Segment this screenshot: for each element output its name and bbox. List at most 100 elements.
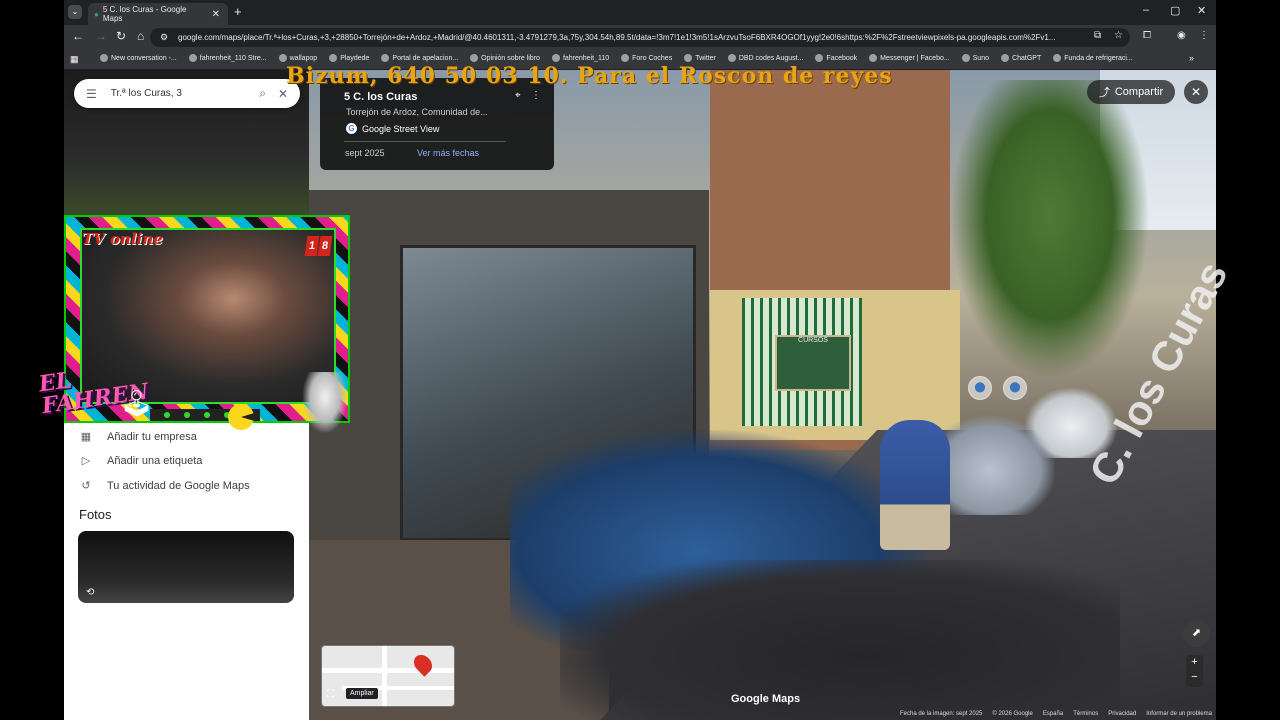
- bookmark-favicon-icon: [1053, 54, 1062, 62]
- add-business-label: Añadir tu empresa: [107, 430, 197, 443]
- zoom-out-button[interactable]: −: [1186, 670, 1203, 685]
- close-tab-icon[interactable]: ✕: [212, 9, 220, 20]
- map-road: [382, 646, 387, 706]
- add-label-item[interactable]: ▷ Añadir una etiqueta: [79, 454, 203, 468]
- street-view-brand: G Google Street View: [346, 123, 439, 134]
- map-road: [322, 668, 454, 673]
- more-bookmarks-icon[interactable]: »: [1189, 53, 1194, 63]
- blurred-area: [560, 560, 1120, 720]
- search-icon[interactable]: ⌕: [259, 86, 266, 101]
- bookmark-list: New conversation -... fahrenheit_110 Stre…: [100, 54, 1180, 62]
- zoom-in-button[interactable]: +: [1186, 655, 1203, 670]
- home-icon[interactable]: ⌂: [137, 29, 144, 43]
- place-subtitle: Torrejón de Ardoz, Comunidad de...: [346, 107, 488, 117]
- street-view-brand-label: Google Street View: [362, 123, 440, 134]
- bookmark-star-icon[interactable]: ☆: [1114, 30, 1123, 41]
- compass-icon[interactable]: ⬈: [1183, 620, 1210, 647]
- bookmark-item[interactable]: wallapop: [278, 54, 317, 62]
- share-button[interactable]: ⤴ Compartir: [1087, 80, 1175, 104]
- bookmark-label: fahrenheit_110: [562, 54, 610, 62]
- bookmark-favicon-icon: [551, 54, 560, 62]
- street-view-360-icon: ⟲: [86, 587, 95, 598]
- search-input[interactable]: Tr.ª los Curas, 3: [111, 88, 182, 99]
- bookmark-favicon-icon: [100, 54, 108, 62]
- cursos-board: CURSOS: [775, 335, 851, 391]
- business-icon: ▦: [80, 431, 92, 443]
- photos-heading: Fotos: [79, 507, 112, 522]
- bookmark-favicon-icon: [684, 54, 693, 62]
- bookmark-item[interactable]: Funda de refrigeraci...: [1053, 54, 1133, 62]
- bookmark-item[interactable]: ChatGPT: [1001, 54, 1041, 62]
- maps-activity-item[interactable]: ↺ Tu actividad de Google Maps: [79, 479, 249, 493]
- maximize-icon[interactable]: ▢: [1170, 4, 1180, 17]
- bookmark-label: ChatGPT: [1012, 54, 1042, 62]
- see-more-dates-link[interactable]: Ver más fechas: [417, 148, 479, 158]
- apps-grid-icon[interactable]: ▦: [70, 54, 79, 65]
- minimap[interactable]: [321, 645, 455, 707]
- place-marker-icon[interactable]: ⬤: [968, 376, 992, 400]
- hamburger-menu-icon[interactable]: ☰: [86, 87, 97, 101]
- bookmark-item[interactable]: Suno: [961, 54, 990, 62]
- site-info-icon[interactable]: ⚙: [160, 32, 168, 43]
- bookmark-favicon-icon: [329, 54, 338, 62]
- browser-tab[interactable]: ● 5 C. los Curas - Google Maps ✕: [88, 3, 228, 25]
- tab-title: 5 C. los Curas - Google Maps: [102, 5, 187, 23]
- minimize-icon[interactable]: –: [1143, 4, 1149, 16]
- map-footer: Fecha de la imagen: sept 2025 © 2026 Goo…: [900, 711, 1212, 717]
- bookmark-label: Opinión sobre libro: [481, 54, 540, 62]
- joystick-icon: 🕹: [120, 388, 154, 418]
- bookmark-item[interactable]: Opinión sobre libro: [470, 54, 540, 62]
- new-tab-icon[interactable]: +: [234, 4, 242, 19]
- bookmark-item[interactable]: fahrenheit_110 Stre...: [188, 54, 267, 62]
- divider: [344, 141, 506, 142]
- expand-map-icon[interactable]: ⛶: [327, 689, 334, 700]
- extensions-icon[interactable]: ⧠: [1143, 30, 1151, 41]
- maps-favicon-icon: ●: [94, 9, 99, 19]
- forward-icon[interactable]: →: [95, 29, 107, 43]
- address-bar[interactable]: ⚙ google.com/maps/place/Tr.ª+los+Curas,+…: [150, 28, 1130, 47]
- close-window-icon[interactable]: ✕: [1197, 4, 1206, 17]
- search-box[interactable]: ☰ Tr.ª los Curas, 3 ⌕ ✕: [74, 79, 300, 108]
- bookmark-item[interactable]: DBD codes August...: [727, 54, 803, 62]
- bookmark-favicon-icon: [470, 54, 479, 62]
- bookmark-favicon-icon: [961, 54, 970, 62]
- terms-link[interactable]: Términos: [1073, 711, 1098, 717]
- bookmark-item[interactable]: Facebook: [815, 54, 857, 62]
- pedestrian: [880, 420, 950, 550]
- age-badge: 1 8: [304, 236, 333, 256]
- menu-kebab-icon[interactable]: ⋮: [1199, 30, 1209, 41]
- expand-tooltip: Ampliar: [346, 688, 378, 699]
- bookmark-label: New conversation -...: [111, 54, 177, 62]
- google-maps-logo: Google Maps: [731, 693, 801, 705]
- privacy-link[interactable]: Privacidad: [1108, 711, 1136, 717]
- location-pin-icon[interactable]: ⌖: [515, 90, 521, 101]
- photo-thumbnail[interactable]: ⟲: [78, 531, 294, 603]
- reload-icon[interactable]: ↻: [116, 29, 126, 43]
- add-business-item[interactable]: ▦ Añadir tu empresa: [79, 430, 197, 444]
- tv-online-label: TV online: [82, 230, 163, 248]
- bookmark-item[interactable]: Portal de apelacion...: [381, 54, 458, 62]
- bookmark-item[interactable]: Messenger | Facebo...: [869, 54, 950, 62]
- place-marker-icon[interactable]: ⬤: [1003, 376, 1027, 400]
- tab-search-icon[interactable]: ⌄: [68, 5, 82, 19]
- report-problem-link[interactable]: Informar de un problema: [1146, 711, 1212, 717]
- google-g-icon: G: [346, 123, 357, 134]
- more-options-icon[interactable]: ⋮: [531, 90, 541, 101]
- country-link[interactable]: España: [1043, 711, 1063, 717]
- image-date: Fecha de la imagen: sept 2025: [900, 711, 983, 717]
- history-icon: ↺: [81, 480, 91, 492]
- bookmark-label: Funda de refrigeraci...: [1064, 54, 1133, 62]
- label-icon: ▷: [81, 455, 91, 467]
- back-icon[interactable]: ←: [72, 29, 84, 43]
- bookmark-label: Suno: [972, 54, 990, 62]
- bookmark-item[interactable]: fahrenheit_110: [551, 54, 610, 62]
- bookmark-item[interactable]: Twitter: [684, 54, 716, 62]
- bookmark-item[interactable]: New conversation -...: [100, 54, 177, 62]
- share-label: Compartir: [1114, 86, 1164, 98]
- bookmark-item[interactable]: Playdede: [329, 54, 369, 62]
- add-label-label: Añadir una etiqueta: [107, 454, 203, 467]
- bookmark-item[interactable]: Foro Coches: [621, 54, 672, 62]
- close-street-view-icon[interactable]: ✕: [1184, 80, 1208, 104]
- profile-icon[interactable]: ◉: [1177, 30, 1186, 41]
- cast-icon[interactable]: ⧉: [1094, 30, 1101, 41]
